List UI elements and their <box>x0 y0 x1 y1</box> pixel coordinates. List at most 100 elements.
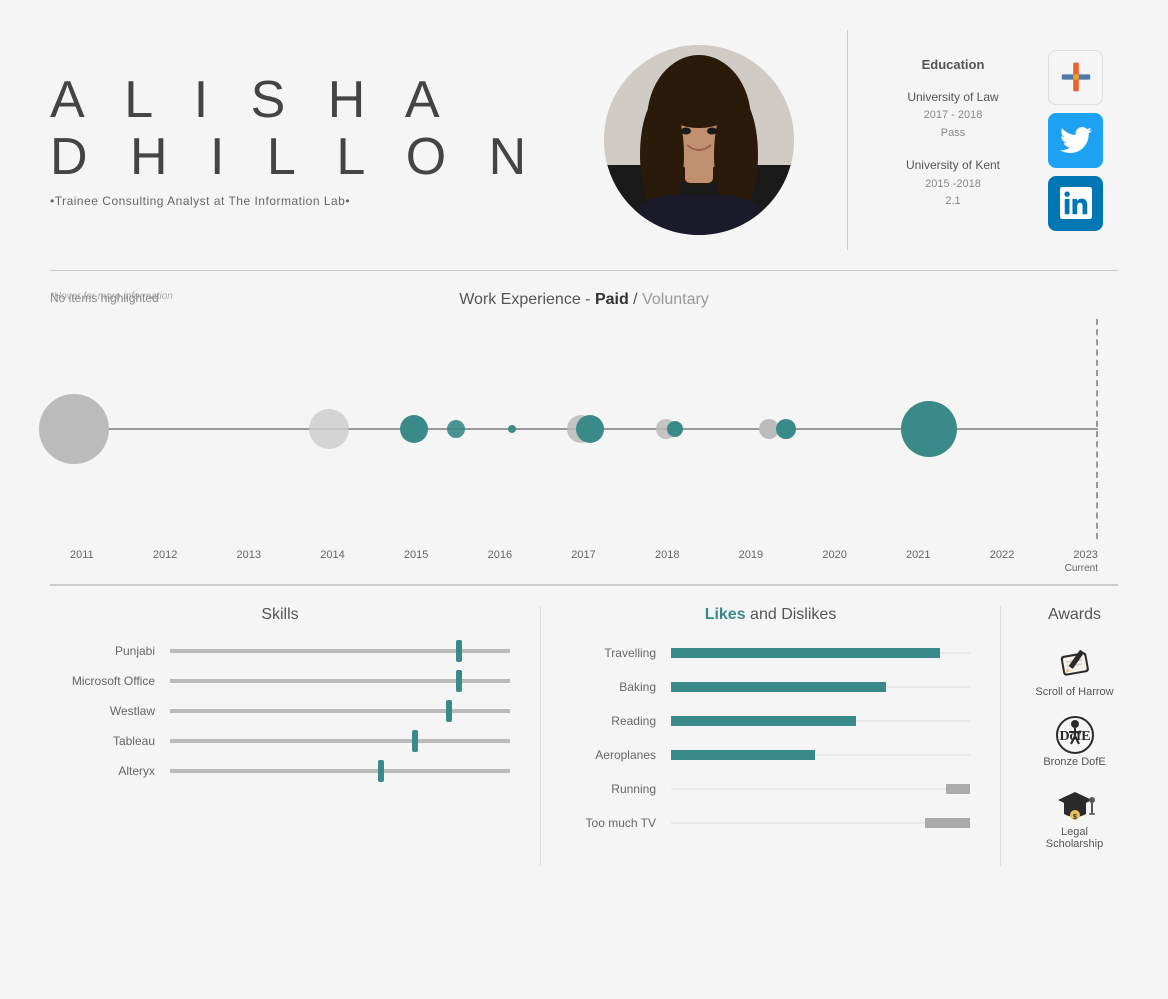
dofe-icon: DofE <box>1054 714 1096 756</box>
vertical-divider <box>847 30 848 250</box>
edu-entry-1: University of Law 2017 - 2018 Pass <box>878 88 1028 142</box>
likes-row-travelling: Travelling <box>571 644 970 662</box>
edu-institution-2: University of Kent <box>878 156 1028 175</box>
skill-row-punjabi: Punjabi <box>50 644 510 658</box>
likes-label-running: Running <box>571 782 671 796</box>
year-2017: 2017 <box>571 549 595 561</box>
likes-row-baking: Baking <box>571 678 970 696</box>
year-2022: 2022 <box>990 549 1014 561</box>
likes-chart-baking <box>671 678 970 696</box>
last-name: D H I L L O N <box>50 129 540 186</box>
skill-bar-msoffice <box>170 679 510 683</box>
current-label: Current <box>50 563 1118 574</box>
likes-dislikes-title: Likes and Dislikes <box>571 606 970 624</box>
skill-label-msoffice: Microsoft Office <box>50 674 170 688</box>
scroll-icon <box>1054 644 1096 686</box>
likes-bar-pos-reading <box>671 716 856 726</box>
likes-label-tv: Too much TV <box>571 816 671 830</box>
likes-bar-pos-travelling <box>671 648 940 658</box>
work-title-prefix: Work Experience - <box>459 291 595 308</box>
timeline-bubble[interactable] <box>508 425 516 433</box>
award-label-scroll: Scroll of Harrow <box>1035 686 1113 698</box>
likes-label-baking: Baking <box>571 680 671 694</box>
likes-row-aeroplanes: Aeroplanes <box>571 746 970 764</box>
first-name: A L I S H A <box>50 72 540 129</box>
skill-track <box>170 710 510 712</box>
likes-bar-neg-running <box>946 784 970 794</box>
likes-label-travelling: Travelling <box>571 646 671 660</box>
likes-bar-neg-tv <box>925 818 970 828</box>
svg-text:$: $ <box>1073 814 1077 821</box>
timeline-year-labels: 2011 2012 2013 2014 2015 2016 2017 2018 … <box>50 549 1118 561</box>
award-legal-scholarship: $ Legal Scholarship <box>1031 784 1118 850</box>
year-2016: 2016 <box>488 549 512 561</box>
likes-row-tv: Too much TV <box>571 814 970 832</box>
skill-label-westlaw: Westlaw <box>50 704 170 718</box>
likes-chart-reading <box>671 712 970 730</box>
likes-chart-tv <box>671 814 970 832</box>
skill-label-punjabi: Punjabi <box>50 644 170 658</box>
skill-bar-tableau <box>170 739 510 743</box>
likes-chart-aeroplanes <box>671 746 970 764</box>
skill-bar-punjabi <box>170 649 510 653</box>
skill-row-westlaw: Westlaw <box>50 704 510 718</box>
skill-marker-tableau <box>412 730 418 752</box>
year-2011: 2011 <box>70 549 94 561</box>
year-2020: 2020 <box>822 549 846 561</box>
skill-bar-alteryx <box>170 769 510 773</box>
timeline-bubble[interactable] <box>400 415 428 443</box>
timeline-bubble[interactable] <box>576 415 604 443</box>
skill-label-tableau: Tableau <box>50 734 170 748</box>
education-section: Education University of Law 2017 - 2018 … <box>878 55 1028 225</box>
timeline-bubble[interactable] <box>901 401 957 457</box>
likes-word: Likes <box>705 606 746 623</box>
tableau-svg <box>1060 61 1092 93</box>
skill-marker-westlaw <box>446 700 452 722</box>
award-label-dofe: Bronze DofE <box>1043 756 1105 768</box>
year-2013: 2013 <box>237 549 261 561</box>
linkedin-icon[interactable] <box>1048 176 1103 231</box>
timeline-bubble[interactable] <box>309 409 349 449</box>
twitter-icon[interactable] <box>1048 113 1103 168</box>
work-title: Work Experience - Paid / Voluntary <box>459 291 709 308</box>
skill-row-msoffice: Microsoft Office <box>50 674 510 688</box>
likes-bar-pos-baking <box>671 682 886 692</box>
edu-institution-1: University of Law <box>878 88 1028 107</box>
skill-track <box>170 770 510 772</box>
education-title: Education <box>878 55 1028 76</box>
likes-dislikes-section: Likes and Dislikes Travelling Baking Rea… <box>540 606 1000 866</box>
skill-label-alteryx: Alteryx <box>50 764 170 778</box>
twitter-svg <box>1060 124 1092 156</box>
awards-section: Awards Scroll of Harrow DofE <box>1000 606 1118 866</box>
social-section <box>1048 50 1118 231</box>
award-scroll-of-harrow: Scroll of Harrow <box>1031 644 1118 698</box>
photo-section <box>580 45 817 235</box>
edu-grade-1: Pass <box>878 125 1028 143</box>
timeline-bubble[interactable] <box>776 419 796 439</box>
and-dislikes-text: and Dislikes <box>746 606 837 623</box>
year-2012: 2012 <box>153 549 177 561</box>
timeline-bubble[interactable] <box>667 421 683 437</box>
linkedin-svg <box>1060 187 1092 219</box>
awards-title: Awards <box>1031 606 1118 624</box>
tableau-icon[interactable] <box>1048 50 1103 105</box>
center-line <box>671 789 970 790</box>
timeline-dotted-line <box>1096 319 1098 539</box>
skill-row-tableau: Tableau <box>50 734 510 748</box>
timeline-bubble[interactable] <box>447 420 465 438</box>
likes-chart-running <box>671 780 970 798</box>
likes-bar-pos-aeroplanes <box>671 750 815 760</box>
portrait-svg <box>604 45 794 235</box>
year-2015: 2015 <box>404 549 428 561</box>
skill-bar-westlaw <box>170 709 510 713</box>
edu-dates-1: 2017 - 2018 <box>878 107 1028 125</box>
timeline-bubble[interactable] <box>39 394 109 464</box>
award-dofe: DofE Bronze DofE <box>1031 714 1118 768</box>
year-2019: 2019 <box>739 549 763 561</box>
award-label-scholarship: Legal Scholarship <box>1031 826 1118 850</box>
header-section: A L I S H A D H I L L O N •Trainee Consu… <box>0 0 1168 270</box>
bottom-section: Skills Punjabi Microsoft Office Westlaw … <box>50 585 1118 866</box>
skill-marker-alteryx <box>378 760 384 782</box>
likes-chart-travelling <box>671 644 970 662</box>
likes-row-reading: Reading <box>571 712 970 730</box>
